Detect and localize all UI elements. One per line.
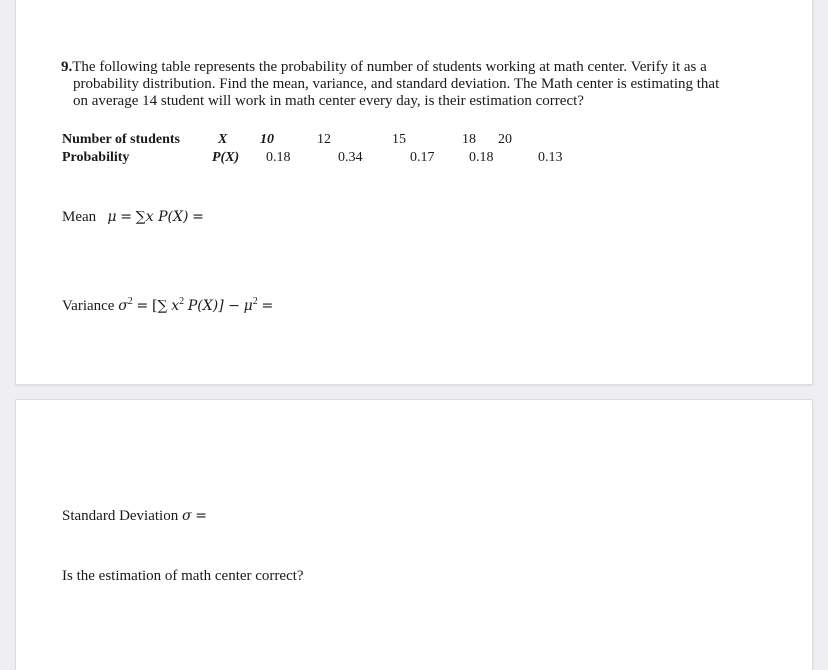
probability-value: 0.34 [338,150,363,165]
row-label-probability: Probability [62,150,130,165]
variance-formula: Variance σ2 = [∑ x2 P(X)] − μ2 = [62,296,274,315]
question-line-1: 9.The following table represents the pro… [61,59,707,75]
x-value: 15 [392,132,406,147]
x-value: 18 [462,132,476,147]
question-text: 9.The following table represents the pro… [61,59,761,110]
x-value: 12 [317,132,331,147]
document-page-2: Standard Deviation σ = Is the estimation… [16,400,812,670]
probability-value: 0.17 [410,150,435,165]
question-line-2: probability distribution. Find the mean,… [73,76,720,92]
sigma-symbol: σ [181,508,192,524]
variance-label: Variance [62,298,115,314]
probability-value: 0.13 [538,150,563,165]
mu-symbol: μ [107,209,117,225]
row-label-number-of-students: Number of students [62,132,180,147]
sigma-sum-symbol: ∑ [135,209,146,225]
probability-value: 0.18 [469,150,494,165]
question-number: 9. [61,59,73,75]
row-symbol-x: X [218,132,228,147]
question-line-3: on average 14 student will work in math … [73,93,584,109]
std-dev-label: Standard Deviation [62,508,179,524]
x-value: 20 [498,132,512,147]
document-page-1: 9.The following table represents the pro… [16,0,812,384]
estimation-question: Is the estimation of math center correct… [62,568,304,584]
row-symbol-px: P(X) [212,150,240,165]
std-dev-formula: Standard Deviation σ = [62,508,208,524]
x-value: 10 [260,132,274,147]
sigma-symbol: σ [118,298,128,314]
mean-label: Mean [62,209,97,225]
probability-value: 0.18 [266,150,291,165]
mean-formula: Mean μ = ∑x P(X) = [62,209,204,225]
